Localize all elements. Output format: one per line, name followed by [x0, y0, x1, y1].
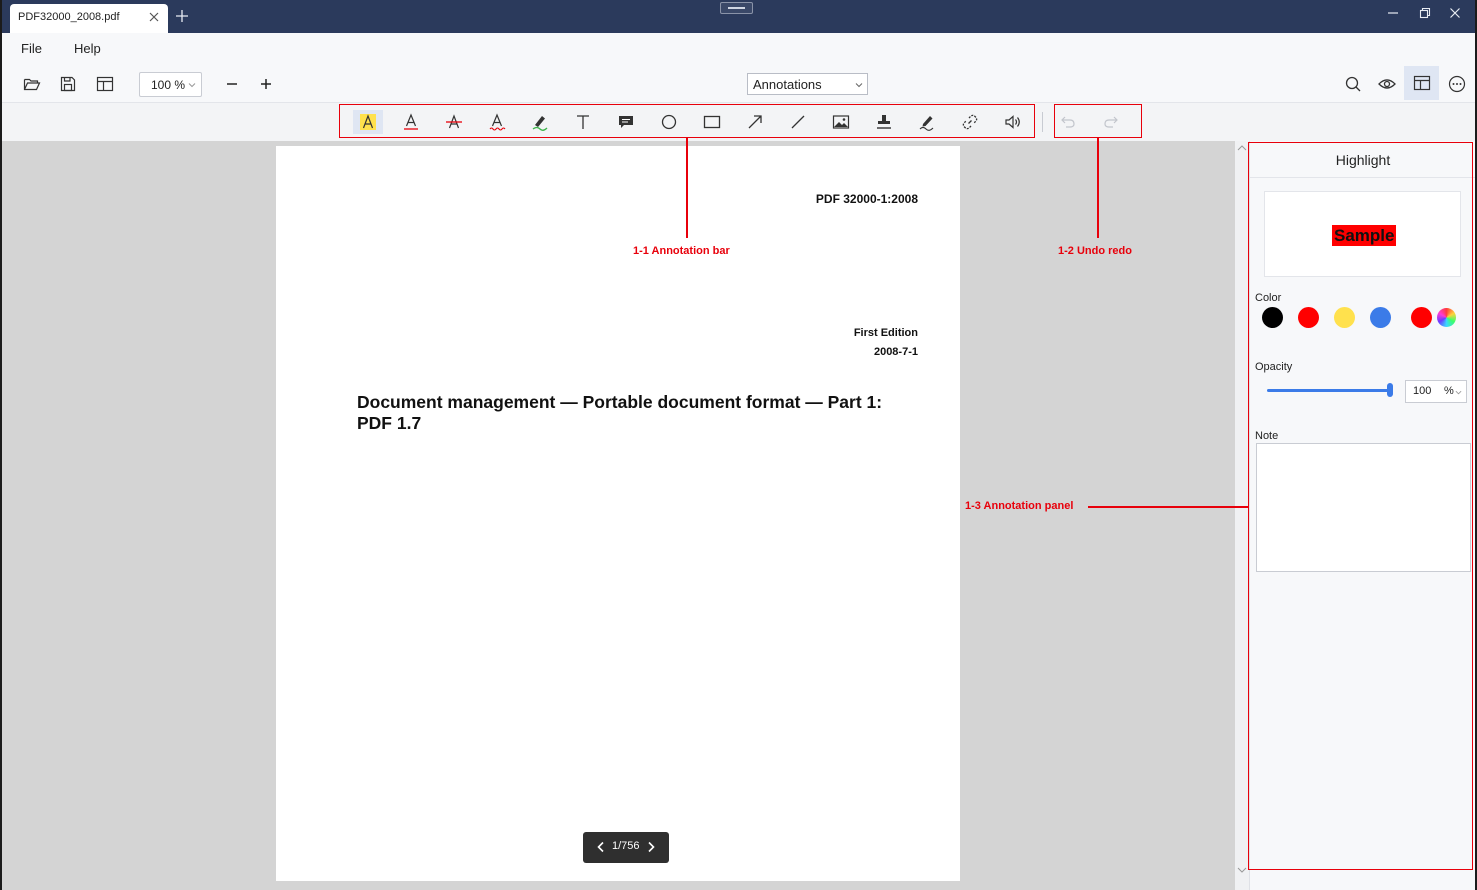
- vertical-scrollbar[interactable]: [1235, 141, 1249, 890]
- document-title: Document management — Portable document …: [357, 392, 927, 434]
- chevron-right-icon[interactable]: [645, 841, 657, 853]
- callout-annotation-panel-box: [1248, 142, 1473, 870]
- plus-icon[interactable]: [174, 8, 190, 24]
- menu-file[interactable]: File: [21, 41, 42, 56]
- chevron-down-icon: [188, 83, 196, 88]
- document-date: 2008-7-1: [873, 346, 918, 358]
- save-icon[interactable]: [58, 74, 78, 94]
- callout-annotation-panel-line: [1088, 506, 1248, 508]
- zoom-in-icon[interactable]: [256, 74, 276, 94]
- document-title-line1: Document management — Portable document …: [357, 392, 883, 412]
- menu-bar: File Help: [2, 33, 1475, 65]
- mode-label: Annotations: [753, 77, 822, 92]
- open-folder-icon[interactable]: [22, 74, 42, 94]
- zoom-out-icon[interactable]: [222, 74, 242, 94]
- layout-icon[interactable]: [95, 74, 115, 94]
- toolbar-separator: [1042, 112, 1043, 132]
- document-id: PDF 32000-1:2008: [815, 192, 918, 206]
- restore-icon[interactable]: [1418, 6, 1432, 20]
- chevron-down-icon: [855, 83, 863, 88]
- bottom-strip: [2, 881, 1235, 890]
- callout-annotation-bar-box: [339, 104, 1035, 138]
- zoom-select[interactable]: 100 %: [139, 72, 202, 97]
- callout-undo-redo-line: [1097, 138, 1099, 238]
- zoom-value: 100 %: [151, 78, 186, 92]
- drag-handle[interactable]: [720, 2, 753, 14]
- panel-toggle-button[interactable]: [1404, 66, 1439, 100]
- page-indicator: 1/756: [612, 840, 640, 852]
- search-icon[interactable]: [1343, 74, 1363, 94]
- document-tab[interactable]: PDF32000_2008.pdf: [10, 4, 168, 33]
- scroll-down-icon[interactable]: [1237, 866, 1247, 874]
- minimize-icon[interactable]: [1386, 6, 1400, 20]
- chevron-left-icon[interactable]: [595, 841, 607, 853]
- callout-undo-redo-label: 1-2 Undo redo: [1058, 245, 1132, 257]
- callout-annotation-bar-label: 1-1 Annotation bar: [633, 245, 730, 257]
- document-viewport[interactable]: PDF 32000-1:2008 First Edition 2008-7-1 …: [2, 141, 1235, 890]
- page-navigator: 1/756: [583, 832, 669, 863]
- callout-annotation-bar-line: [686, 138, 688, 238]
- callout-undo-redo-box: [1054, 104, 1142, 138]
- tab-label: PDF32000_2008.pdf: [18, 11, 120, 23]
- mode-select[interactable]: Annotations: [747, 73, 868, 95]
- main-toolbar: 100 % Annotations: [2, 65, 1475, 103]
- app-window: PDF32000_2008.pdf File Help 100 % Annota…: [2, 0, 1475, 890]
- title-bar: PDF32000_2008.pdf: [2, 0, 1475, 33]
- tab-close-icon[interactable]: [146, 9, 162, 25]
- layout-panel-icon: [1413, 75, 1431, 91]
- callout-annotation-panel-label: 1-3 Annotation panel: [965, 500, 1074, 512]
- pdf-page[interactable]: PDF 32000-1:2008 First Edition 2008-7-1 …: [276, 146, 960, 890]
- document-edition: First Edition: [853, 327, 918, 339]
- close-icon[interactable]: [1448, 6, 1462, 20]
- more-icon[interactable]: [1447, 74, 1467, 94]
- menu-help[interactable]: Help: [74, 41, 101, 56]
- scroll-up-icon[interactable]: [1237, 144, 1247, 152]
- eye-icon[interactable]: [1377, 74, 1397, 94]
- document-title-line2: PDF 1.7: [357, 413, 422, 433]
